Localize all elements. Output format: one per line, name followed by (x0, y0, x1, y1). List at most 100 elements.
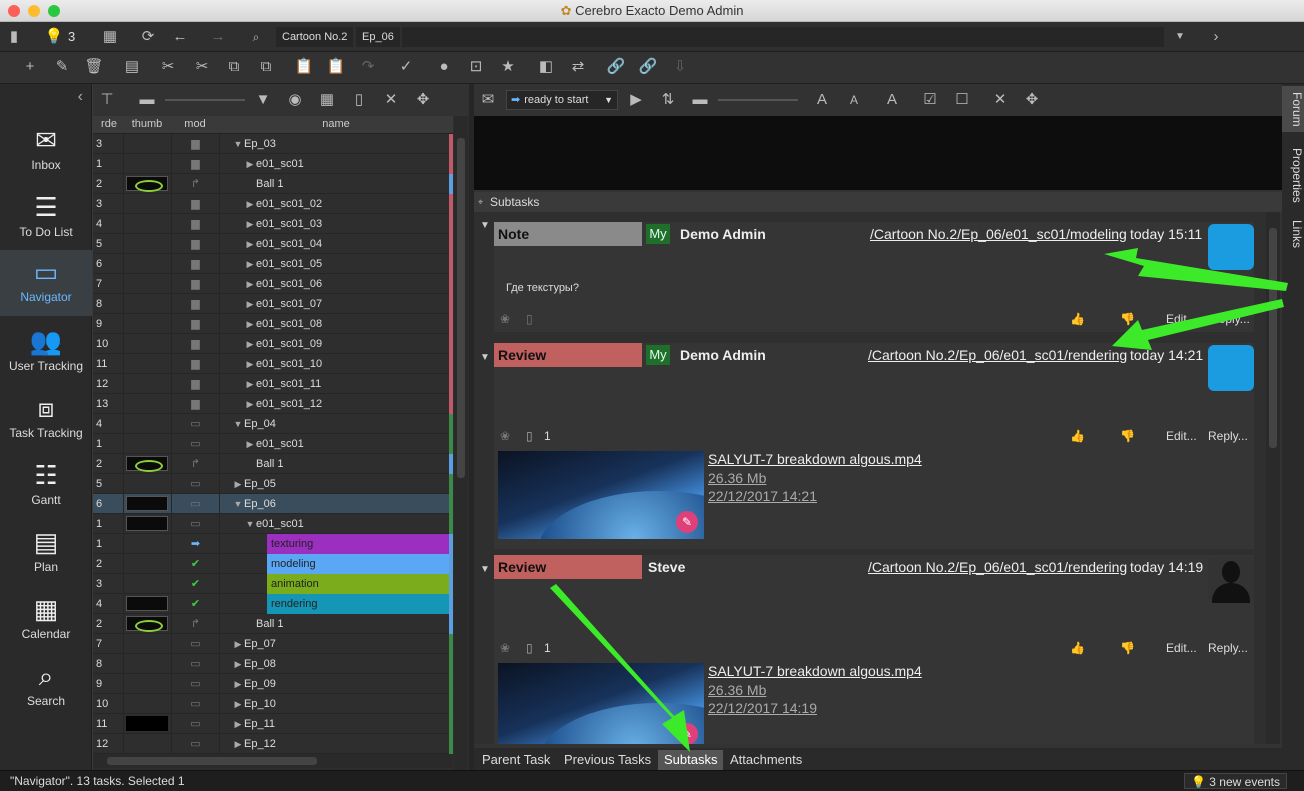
eye-icon[interactable]: ◉ (283, 84, 307, 116)
star-icon[interactable]: ★ (496, 52, 520, 82)
file-link[interactable]: SALYUT-7 breakdown algous.mp4 (708, 451, 922, 467)
tree-row[interactable]: 7 ▭ ▶ Ep_07 (93, 634, 453, 654)
sidebar-item-navigator[interactable]: ▭ Navigator (0, 250, 92, 316)
tree-row[interactable]: 6 ▆ ▶ e01_sc01_05 (93, 254, 453, 274)
tab-parent-task[interactable]: Parent Task (476, 750, 556, 770)
chevron-right-icon[interactable]: › (1204, 22, 1228, 52)
info-icon[interactable]: ▮ (2, 22, 26, 52)
download-icon[interactable]: ⇩ (668, 52, 692, 82)
tab-links[interactable]: Links (1282, 214, 1304, 254)
sidebar-item-user-tracking[interactable]: 👥 User Tracking (0, 319, 92, 385)
thumbs-down-icon[interactable]: 👎 (1120, 429, 1135, 443)
thumbnail-slider[interactable] (165, 99, 245, 101)
scroll-thumb[interactable] (1269, 228, 1277, 448)
tree-row[interactable]: 3 ▆ ▼ Ep_03 (93, 134, 453, 154)
tree-row[interactable]: 2 ✔ modeling (93, 554, 453, 574)
expand-toggle-icon[interactable]: ▼ (232, 134, 244, 154)
sidebar-item-todo[interactable]: ☰ To Do List (0, 185, 92, 251)
back-icon[interactable]: ← (168, 22, 192, 52)
column-order[interactable]: rde (95, 118, 123, 130)
thumbs-down-icon[interactable]: 👎 (1120, 641, 1135, 655)
tree-row[interactable]: 5 ▭ ▶ Ep_05 (93, 474, 453, 494)
collapse-message-icon[interactable]: ▼ (480, 220, 490, 231)
filter-icon[interactable]: ▼ (251, 84, 275, 116)
close-window-button[interactable] (8, 5, 20, 17)
copy-icon[interactable]: ⧉ (222, 52, 246, 82)
check-icon[interactable]: ✓ (394, 52, 418, 82)
expand-toggle-icon[interactable]: ▶ (244, 234, 256, 254)
tree-row[interactable]: 6 ▭ ▼ Ep_06 (93, 494, 453, 514)
feed-vertical-scrollbar[interactable] (1266, 212, 1280, 744)
edit-icon[interactable]: ✎ (50, 52, 74, 82)
tree-row[interactable]: 12 ▭ ▶ Ep_12 (93, 734, 453, 754)
task-search-icon[interactable]: ⊡ (464, 52, 488, 82)
play-icon[interactable]: ▶ (624, 84, 648, 116)
stack-icon[interactable]: ◧ (534, 52, 558, 82)
expand-all-icon[interactable]: ✥ (1020, 84, 1044, 116)
tree-row[interactable]: 1 ➡ texturing (93, 534, 453, 554)
thumbs-up-icon[interactable]: 👍 (1070, 641, 1085, 655)
copy-link-icon[interactable]: ⧉ (254, 52, 278, 82)
tree-row[interactable]: 2 ↱ Ball 1 (93, 454, 453, 474)
expand-toggle-icon[interactable]: ▶ (244, 254, 256, 274)
tree-row[interactable]: 9 ▆ ▶ e01_sc01_08 (93, 314, 453, 334)
expand-toggle-icon[interactable]: ▶ (232, 634, 244, 654)
expand-toggle-icon[interactable]: ▶ (244, 314, 256, 334)
collapse-message-icon[interactable]: ▼ (480, 352, 490, 363)
tree-row[interactable]: 2 ↱ Ball 1 (93, 174, 453, 194)
column-thumb[interactable]: thumb (123, 118, 171, 130)
expand-toggle-icon[interactable]: ▼ (232, 414, 244, 434)
scroll-thumb[interactable] (107, 757, 317, 765)
column-name[interactable]: name (219, 118, 453, 130)
breadcrumb-item[interactable]: Ep_06 (356, 27, 400, 47)
tab-properties[interactable]: Properties (1282, 140, 1304, 210)
sidebar-item-inbox[interactable]: ✉ Inbox (0, 118, 92, 184)
thumbs-up-icon[interactable]: 👍 (1070, 429, 1085, 443)
video-thumbnail[interactable]: ✎ (498, 663, 704, 744)
sidebar-item-plan[interactable]: ▤ Plan (0, 520, 92, 586)
expand-toggle-icon[interactable]: ▶ (244, 434, 256, 454)
tree-row[interactable]: 7 ▆ ▶ e01_sc01_06 (93, 274, 453, 294)
expand-toggle-icon[interactable]: ▶ (232, 674, 244, 694)
copy-structure-icon[interactable]: ▤ (120, 52, 144, 82)
tab-subtasks[interactable]: Subtasks (658, 750, 724, 770)
breadcrumb-bar[interactable] (402, 27, 1164, 47)
bulb-icon[interactable]: ● (432, 52, 456, 82)
zoom-window-button[interactable] (48, 5, 60, 17)
expand-toggle-icon[interactable]: ▶ (232, 474, 244, 494)
expand-toggle-icon[interactable]: ▶ (244, 394, 256, 414)
font-decrease-icon[interactable]: A (842, 84, 866, 116)
expand-toggle-icon[interactable]: ▶ (232, 714, 244, 734)
tree-vertical-scrollbar[interactable] (454, 116, 468, 770)
tab-forum[interactable]: Forum (1282, 86, 1304, 132)
layout-icon[interactable]: ▦ (98, 22, 122, 52)
tree-row[interactable]: 12 ▆ ▶ e01_sc01_11 (93, 374, 453, 394)
message-task-path[interactable]: /Cartoon No.2/Ep_06/e01_sc01/rendering (868, 343, 1127, 367)
expand-toggle-icon[interactable]: ▶ (244, 274, 256, 294)
search-icon[interactable]: ⌕ (244, 22, 268, 52)
sort-icon[interactable]: ⇅ (656, 84, 680, 116)
pen-icon[interactable]: ✎ (676, 511, 698, 533)
expand-toggle-icon[interactable]: ▶ (244, 334, 256, 354)
edit-button[interactable]: Edit... (1166, 312, 1197, 326)
expand-toggle-icon[interactable]: ▶ (244, 354, 256, 374)
tree-row[interactable]: 1 ▭ ▶ e01_sc01 (93, 434, 453, 454)
cut-icon[interactable]: ✂ (156, 52, 180, 82)
new-events-button[interactable]: 💡 3 new events (1184, 773, 1288, 789)
tree-row[interactable]: 1 ▭ ▼ e01_sc01 (93, 514, 453, 534)
expand-toggle-icon[interactable]: ▶ (232, 654, 244, 674)
expand-toggle-icon[interactable]: ▼ (244, 514, 256, 534)
zoom-slider[interactable] (718, 99, 798, 101)
thumbs-down-icon[interactable]: 👎 (1120, 312, 1135, 326)
video-thumbnail[interactable]: ✎ (498, 451, 704, 539)
tree-row[interactable]: 8 ▆ ▶ e01_sc01_07 (93, 294, 453, 314)
add-icon[interactable]: + (18, 52, 42, 82)
expand-toggle-icon[interactable]: ▶ (244, 154, 256, 174)
expand-toggle-icon[interactable]: ▼ (232, 494, 244, 514)
tab-previous-tasks[interactable]: Previous Tasks (558, 750, 657, 770)
expand-toggle-icon[interactable]: ▶ (244, 194, 256, 214)
tree-row[interactable]: 8 ▭ ▶ Ep_08 (93, 654, 453, 674)
reply-button[interactable]: Reply... (1210, 312, 1250, 326)
tree-horizontal-scrollbar[interactable] (93, 754, 453, 768)
collapse-all-icon[interactable]: ✕ (988, 84, 1012, 116)
